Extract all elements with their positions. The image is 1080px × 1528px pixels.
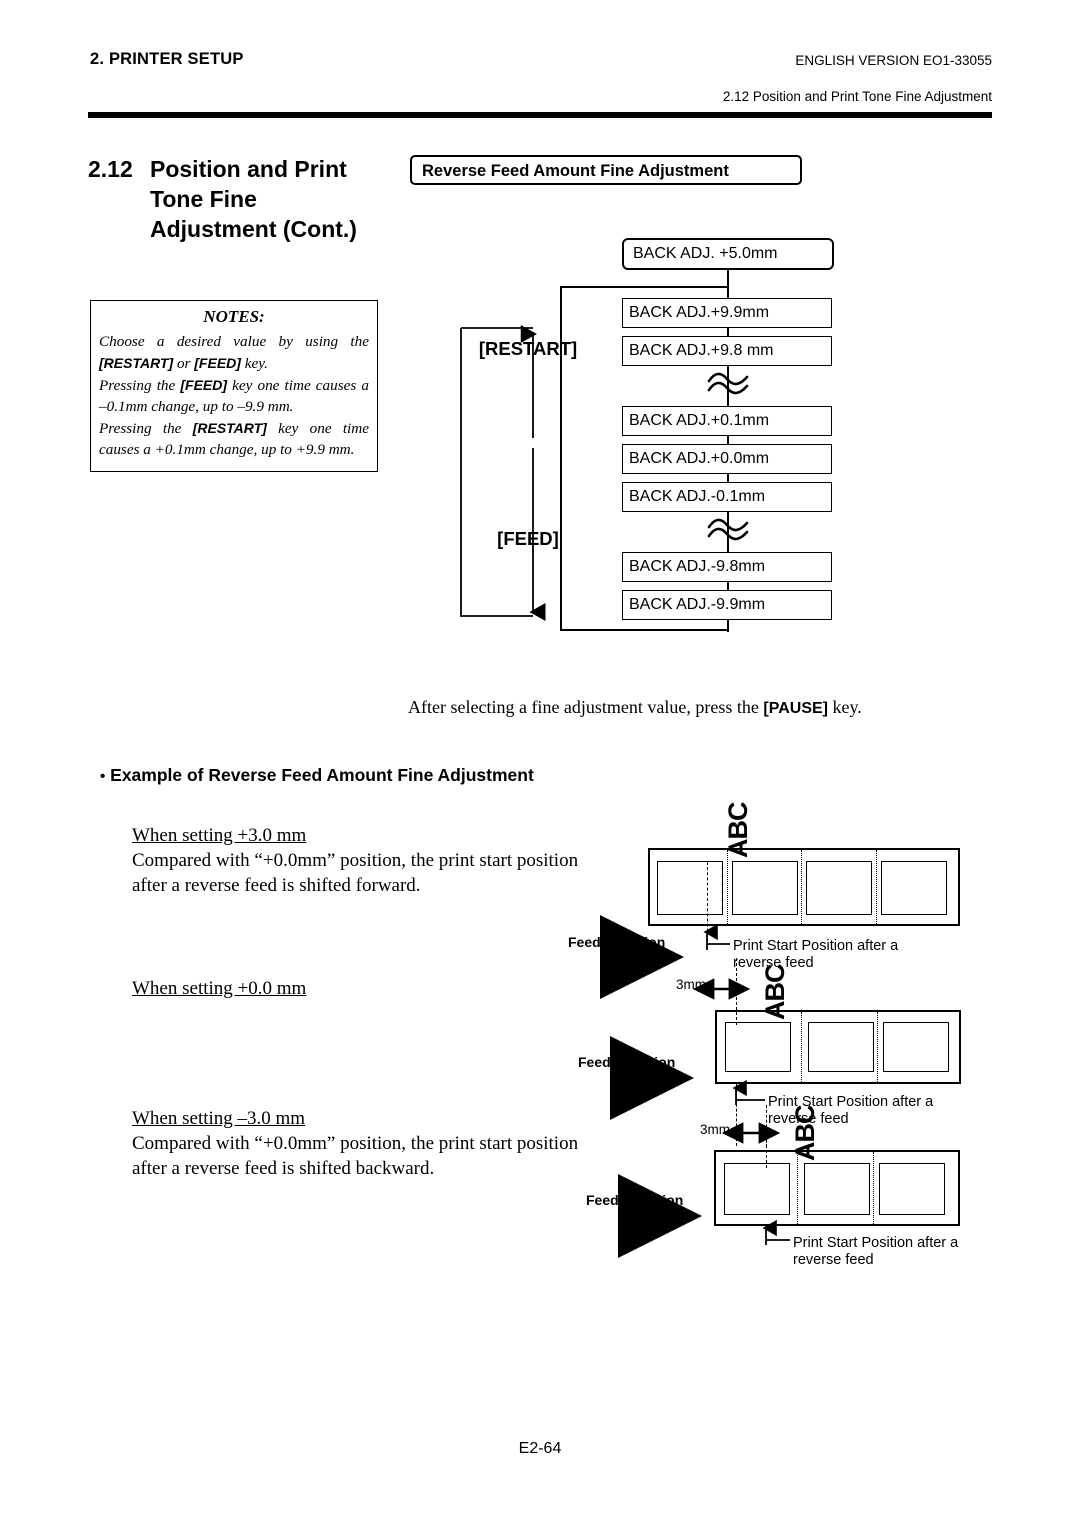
label-strip-3-printed-text: ABC [790, 1105, 820, 1162]
flow-value-box-3: BACK ADJ.+0.0mm [622, 444, 832, 474]
header-chapter-title: 2. PRINTER SETUP [90, 50, 244, 68]
section-title-line1: Position and Print [150, 156, 347, 182]
label-strip-2-feed-direction-label: Feed Direction [578, 1054, 676, 1070]
label-strip-1-measure-dashline [736, 958, 737, 996]
flow-chain-top [727, 270, 729, 298]
psp1-line1: Print Start Position after a [733, 938, 899, 954]
example-block-minus3: When setting –3.0 mm Compared with “+0.0… [132, 1106, 632, 1181]
notes-p2-text-a: Pressing the [99, 377, 181, 394]
notes-paragraph-1: Choose a desired value by using the [RES… [99, 332, 369, 374]
notes-p1-text-b: or [173, 354, 195, 372]
header-divider-rule [88, 112, 992, 118]
pause-text-before: After selecting a fine adjustment value,… [408, 697, 764, 717]
label-strip-1-feed-direction-label: Feed Direction [568, 934, 666, 950]
notes-p1-text-a: Choose a desired value by using the [99, 333, 369, 350]
flow-chain-1 [727, 328, 729, 336]
flow-value-box-1: BACK ADJ.+9.8 mm [622, 336, 832, 366]
notes-p1-key-feed: [FEED] [194, 354, 241, 371]
label-strip-2-cell-1 [725, 1022, 791, 1072]
flow-chain-bottom [727, 620, 729, 632]
flow-loop-left-vertical [560, 286, 562, 631]
example-2-title: When setting +0.0 mm [132, 978, 307, 999]
label-strip-2-measure-dashline-a [736, 1084, 737, 1146]
label-strip-1-cell-3 [806, 861, 872, 915]
example-heading-text: Example of Reverse Feed Amount Fine Adju… [110, 765, 534, 785]
example-block-zero: When setting +0.0 mm [132, 976, 632, 1001]
label-strip-3-feed-direction-label: Feed Direction [586, 1192, 684, 1208]
example-section-heading: • Example of Reverse Feed Amount Fine Ad… [100, 765, 534, 786]
flow-break-squiggle-upper [707, 372, 749, 395]
label-strip-2-gap-1 [801, 1012, 802, 1082]
notes-p1-key-restart: [RESTART] [99, 354, 174, 371]
flow-value-box-2: BACK ADJ.+0.1mm [622, 406, 832, 436]
flow-chain-6 [727, 582, 729, 590]
notes-p2-key-feed: [FEED] [180, 377, 228, 393]
label-strip-2-cell-2 [808, 1022, 874, 1072]
flow-diagram-title-box: Reverse Feed Amount Fine Adjustment [410, 155, 802, 185]
section-title-line3: Adjustment (Cont.) [150, 216, 357, 242]
label-strip-3-cell-2 [804, 1163, 870, 1215]
reverse-feed-flow-diagram: BACK ADJ. +5.0mm BACK ADJ.+9.9mm BACK AD… [455, 238, 855, 648]
example-block-plus3: When setting +3.0 mm Compared with “+0.0… [132, 823, 632, 898]
notes-paragraph-3: Pressing the [RESTART] key one time caus… [99, 418, 369, 460]
label-strip-1-start-dashline [707, 862, 708, 942]
notes-p1-text-c: key. [240, 354, 268, 372]
label-strip-1-print-start-caption: Print Start Position after a reverse feed [733, 938, 898, 972]
header-version: ENGLISH VERSION EO1-33055 [795, 53, 992, 68]
notes-box: NOTES: Choose a desired value by using t… [90, 300, 378, 472]
flow-value-box-4: BACK ADJ.-0.1mm [622, 482, 832, 512]
label-strip-1-printed-text: ABC [723, 802, 753, 859]
pause-text-after: key. [827, 697, 862, 717]
flow-loop-top-horizontal [560, 286, 728, 288]
flow-key-arrows [460, 325, 546, 621]
label-strip-1-gap-1 [727, 850, 728, 924]
flow-value-box-0: BACK ADJ.+9.9mm [622, 298, 832, 328]
label-strip-2-gap-measure: 3mm [700, 1122, 730, 1137]
section-title-line2: Tone Fine [150, 186, 257, 212]
flow-break-squiggle-lower [707, 518, 749, 541]
section-number: 2.12 [88, 156, 133, 182]
example-1-desc-line1: Compared with “+0.0mm” position, the pri… [132, 850, 579, 871]
label-strip-2-cell-3 [883, 1022, 949, 1072]
flow-top-value-box: BACK ADJ. +5.0mm [622, 238, 834, 270]
label-strip-1-gap-measure: 3mm [676, 977, 706, 992]
notes-p3-text-a: Pressing the [99, 420, 193, 437]
example-3-desc-line1: Compared with “+0.0mm” position, the pri… [132, 1133, 579, 1154]
flow-loop-bottom-horizontal [560, 629, 728, 631]
example-3-title: When setting –3.0 mm [132, 1108, 306, 1129]
label-strip-2-start-dashline [736, 997, 737, 1025]
label-strip-2-printed-text: ABC [760, 964, 790, 1021]
flow-value-box-5: BACK ADJ.-9.8mm [622, 552, 832, 582]
flow-chain-3 [727, 436, 729, 444]
label-strip-1-cell-1 [657, 861, 723, 915]
label-strip-1-cell-2 [732, 861, 798, 915]
page-footer: E2-64 [518, 1440, 562, 1457]
example-1-desc-line2: after a reverse feed is shifted forward. [132, 875, 421, 896]
label-strip-1-gap-2 [801, 850, 802, 924]
header-section-reference: 2.12 Position and Print Tone Fine Adjust… [722, 89, 992, 104]
bullet-icon: • [100, 768, 106, 785]
label-strip-3-gap-1 [797, 1152, 798, 1224]
label-strip-3-gap-2 [873, 1152, 874, 1224]
notes-title: NOTES: [203, 307, 265, 326]
example-3-desc-line2: after a reverse feed is shifted backward… [132, 1158, 435, 1179]
flow-chain-4 [727, 474, 729, 482]
flow-value-box-6: BACK ADJ.-9.9mm [622, 590, 832, 620]
pause-instruction-line: After selecting a fine adjustment value,… [408, 697, 862, 718]
psp3-line2: reverse feed [793, 1252, 874, 1268]
label-strip-3-print-start-caption: Print Start Position after a reverse feed [793, 1235, 958, 1269]
label-strip-3-cell-3 [879, 1163, 945, 1215]
psp3-line1: Print Start Position after a [793, 1235, 959, 1251]
label-strip-1-cell-4 [881, 861, 947, 915]
notes-p3-key-restart: [RESTART] [192, 420, 267, 436]
label-strip-3-start-dashline [766, 1140, 767, 1168]
label-strip-3-cell-1 [724, 1163, 790, 1215]
label-strip-1-gap-3 [876, 850, 877, 924]
page-title: 2.12 Position and Print Tone Fine Adjustmen… [88, 154, 418, 244]
example-1-title: When setting +3.0 mm [132, 825, 307, 846]
notes-paragraph-2: Pressing the [FEED] key one time causes … [99, 375, 369, 417]
pause-key-label: [PAUSE] [763, 700, 828, 717]
label-strip-2-gap-2 [877, 1012, 878, 1082]
